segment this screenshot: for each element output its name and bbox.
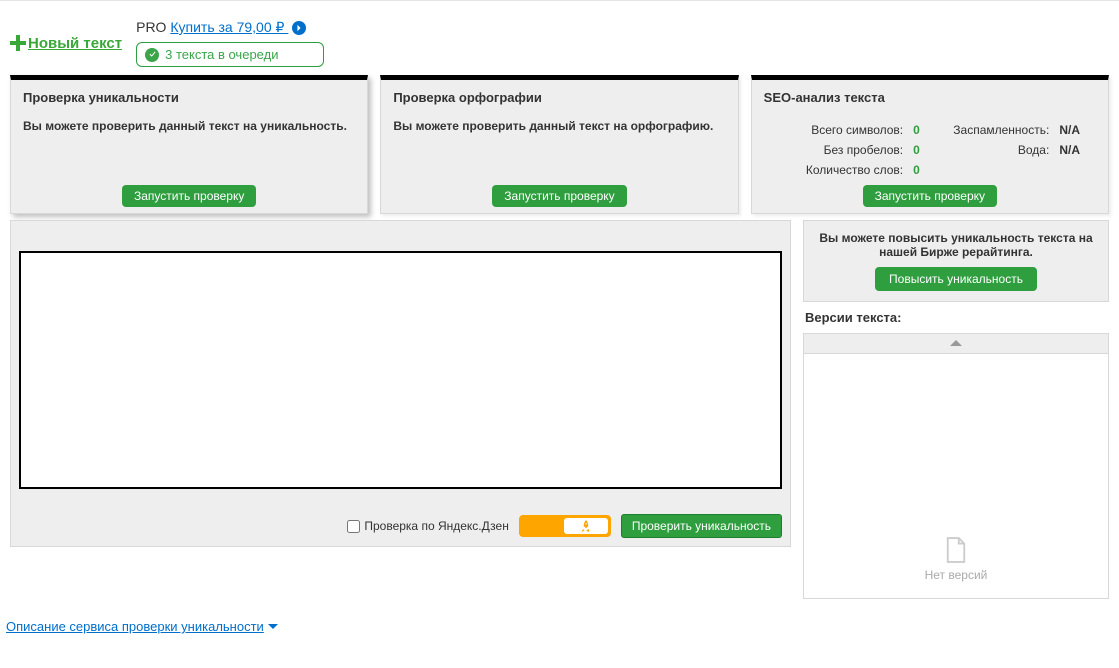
run-orth-button[interactable]: Запустить проверку (492, 185, 626, 207)
chevron-up-icon (949, 338, 963, 348)
new-text-link[interactable]: Новый текст (10, 35, 122, 52)
check-circle-icon (145, 48, 159, 62)
boost-card: Вы можете повысить уникальность текста н… (803, 220, 1109, 302)
seo-spam-label: Заспамленность: (926, 123, 1049, 137)
seo-spam-val: N/A (1055, 123, 1080, 137)
card-title: Проверка орфографии (393, 90, 725, 105)
pro-block: PRO Купить за 79,00 ₽ 3 текста в очереди (136, 19, 324, 67)
text-input[interactable] (19, 251, 782, 489)
queue-status[interactable]: 3 текста в очереди (136, 42, 324, 67)
service-description-link[interactable]: Описание сервиса проверки уникальности (0, 599, 284, 644)
seo-total-label: Всего символов: (780, 123, 903, 137)
versions-title: Версии текста: (803, 310, 1109, 325)
card-seo: SEO-анализ текста Всего символов: 0 Засп… (751, 75, 1109, 214)
versions-panel: Нет версий (803, 333, 1109, 599)
yandex-zen-checkbox-label[interactable]: Проверка по Яндекс.Дзен (347, 519, 508, 533)
toggle-knob (564, 518, 608, 534)
rocket-icon (580, 520, 592, 532)
plus-icon (10, 35, 26, 51)
arrow-right-icon[interactable] (292, 21, 306, 35)
buy-pro-link[interactable]: Купить за 79,00 ₽ (170, 19, 288, 35)
card-title: SEO-анализ текста (764, 90, 1096, 105)
run-seo-button[interactable]: Запустить проверку (863, 185, 997, 207)
card-desc: Вы можете проверить данный текст на уник… (23, 119, 355, 133)
versions-collapse-toggle[interactable] (804, 334, 1108, 354)
card-title: Проверка уникальности (23, 90, 355, 105)
boost-uniqueness-button[interactable]: Повысить уникальность (875, 267, 1037, 291)
pro-line: PRO Купить за 79,00 ₽ (136, 19, 324, 36)
seo-water-val: N/A (1055, 143, 1080, 157)
queue-text: 3 текста в очереди (165, 47, 278, 62)
seo-total-val: 0 (909, 123, 920, 137)
seo-water-label: Вода: (926, 143, 1049, 157)
new-text-label: Новый текст (28, 35, 122, 52)
yandex-zen-checkbox[interactable] (347, 520, 360, 533)
boost-text: Вы можете повысить уникальность текста н… (816, 231, 1096, 259)
seo-nospace-val: 0 (909, 143, 920, 157)
editor-panel: Проверка по Яндекс.Дзен Проверить уникал… (10, 220, 791, 547)
card-desc: Вы можете проверить данный текст на орфо… (393, 119, 725, 133)
run-unique-button[interactable]: Запустить проверку (122, 185, 256, 207)
seo-nospace-label: Без пробелов: (780, 143, 903, 157)
chevron-down-icon (268, 619, 278, 634)
no-versions-placeholder: Нет версий (804, 354, 1108, 598)
card-orthography: Проверка орфографии Вы можете проверить … (380, 75, 738, 214)
card-uniqueness: Проверка уникальности Вы можете проверит… (10, 75, 368, 214)
check-uniqueness-button[interactable]: Проверить уникальность (621, 514, 782, 538)
file-icon (945, 536, 967, 564)
pro-label: PRO (136, 19, 166, 35)
seo-words-val: 0 (909, 163, 920, 177)
pro-mode-toggle[interactable] (519, 515, 611, 537)
seo-words-label: Количество слов: (780, 163, 903, 177)
